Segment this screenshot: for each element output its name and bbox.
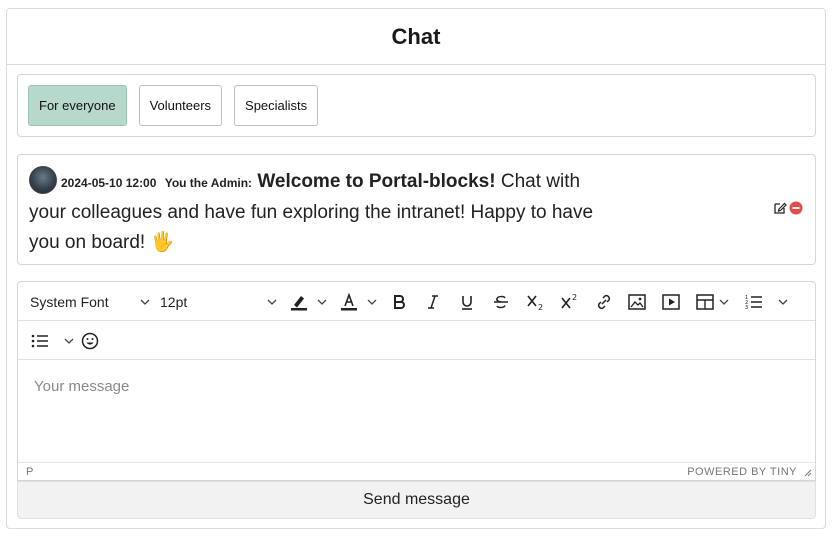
italic-button[interactable] (424, 282, 442, 321)
chat-header: Chat (7, 9, 825, 65)
page-title: Chat (391, 23, 441, 49)
element-path[interactable]: P (26, 466, 33, 478)
strikethrough-icon (494, 295, 508, 308)
waving-hand-emoji: 🖐 (150, 232, 175, 253)
font-size-select[interactable]: 12pt (160, 282, 277, 321)
message-author: You the Admin: (164, 176, 253, 190)
image-icon (628, 293, 646, 310)
edit-icon[interactable] (773, 201, 787, 220)
bullet-list-icon (31, 334, 48, 347)
message-input[interactable]: Your message (18, 360, 815, 463)
avatar (29, 166, 57, 194)
underline-button[interactable] (458, 282, 476, 321)
svg-text:2: 2 (572, 293, 577, 302)
text-color-icon (341, 292, 357, 310)
font-family-select[interactable]: System Font (30, 282, 150, 321)
link-icon (597, 294, 611, 309)
channel-tabs: For everyone Volunteers Specialists (17, 74, 816, 137)
chevron-down-icon (317, 299, 327, 305)
bold-icon (394, 294, 405, 309)
tab-volunteers[interactable]: Volunteers (138, 85, 223, 126)
underline-icon (462, 295, 472, 310)
highlight-icon (291, 295, 307, 310)
editor-toolbar-row-2 (18, 321, 815, 360)
chevron-down-icon (778, 299, 788, 305)
chevron-down-icon (140, 299, 150, 305)
chevron-down-icon (64, 338, 74, 344)
superscript-button[interactable]: 2 (559, 282, 581, 321)
subscript-icon: 2 (527, 295, 543, 312)
message-actions (773, 201, 803, 220)
editor-toolbar-row-1: System Font 12pt 2 2 1 2 3 (18, 282, 815, 321)
chat-card: Chat For everyone Volunteers Specialists… (6, 8, 826, 529)
svg-text:3: 3 (745, 305, 748, 311)
emoji-icon (81, 332, 99, 349)
powered-by-tiny[interactable]: POWERED BY TINY (687, 466, 797, 478)
text-color-button[interactable] (339, 282, 381, 321)
chat-message: 2024-05-10 12:00 You the Admin: Welcome … (29, 166, 619, 258)
editor-statusbar: P POWERED BY TINY (18, 462, 815, 480)
highlight-color-button[interactable] (289, 282, 331, 321)
chevron-down-icon (719, 299, 729, 305)
subscript-button[interactable]: 2 (525, 282, 547, 321)
font-size-value: 12pt (160, 293, 188, 310)
numbered-list-button[interactable]: 123 (744, 282, 788, 321)
media-button[interactable] (661, 282, 681, 321)
svg-text:2: 2 (538, 303, 543, 312)
table-button[interactable] (695, 282, 729, 321)
message-editor: System Font 12pt 2 2 1 2 3 Your message … (17, 281, 816, 481)
media-icon (662, 293, 680, 310)
tab-for-everyone[interactable]: For everyone (28, 85, 127, 126)
numbered-list-icon: 123 (745, 295, 762, 311)
message-bold-text: Welcome to Portal-blocks! (257, 171, 496, 192)
image-button[interactable] (627, 282, 647, 321)
chevron-down-icon (367, 299, 377, 305)
delete-icon[interactable] (789, 201, 803, 220)
table-icon (696, 293, 714, 310)
message-timestamp: 2024-05-10 12:00 (61, 176, 157, 190)
resize-handle-icon[interactable] (803, 468, 812, 477)
superscript-icon: 2 (561, 293, 577, 308)
emoji-button[interactable] (80, 321, 100, 360)
bold-button[interactable] (390, 282, 408, 321)
chevron-down-icon (267, 299, 277, 305)
italic-icon (428, 294, 438, 309)
font-family-value: System Font (30, 293, 109, 310)
link-button[interactable] (594, 282, 614, 321)
bullet-list-button[interactable] (30, 321, 74, 360)
message-list: 2024-05-10 12:00 You the Admin: Welcome … (17, 154, 816, 265)
strikethrough-button[interactable] (492, 282, 510, 321)
send-message-button[interactable]: Send message (17, 481, 816, 519)
tab-specialists[interactable]: Specialists (234, 85, 319, 126)
